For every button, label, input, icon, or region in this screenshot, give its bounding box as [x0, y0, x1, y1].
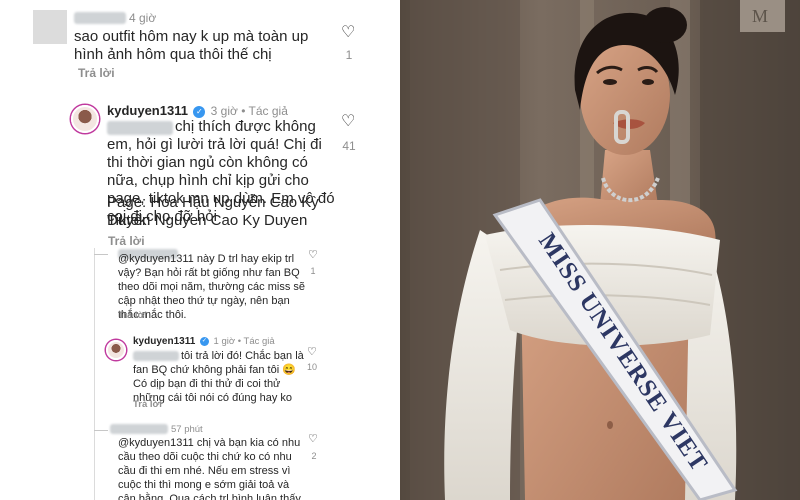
reply-connector: [94, 430, 108, 431]
comment-5: 57 phút @kyduyen1311 chị và bạn kia có n…: [0, 0, 400, 500]
comment-time: 57 phút: [171, 424, 203, 435]
like-count: 2: [311, 451, 317, 461]
wall-plaque-mark: M: [752, 6, 768, 26]
portrait-photo: M MISS UNIVERSE VIET: [400, 0, 800, 500]
neck: [600, 150, 658, 205]
eye: [603, 79, 617, 85]
hair-bun: [643, 7, 687, 43]
comment-text: @kyduyen1311 chị và bạn kia có nhu cầu t…: [118, 437, 301, 500]
portrait-illustration: M MISS UNIVERSE VIET: [400, 0, 800, 500]
navel: [607, 421, 613, 429]
heart-icon[interactable]: ♡: [308, 434, 318, 445]
eye: [642, 79, 654, 85]
redacted-username: [110, 424, 168, 434]
comment-thread: 4 giờ sao outfit hôm nay k up mà toàn up…: [0, 0, 400, 500]
